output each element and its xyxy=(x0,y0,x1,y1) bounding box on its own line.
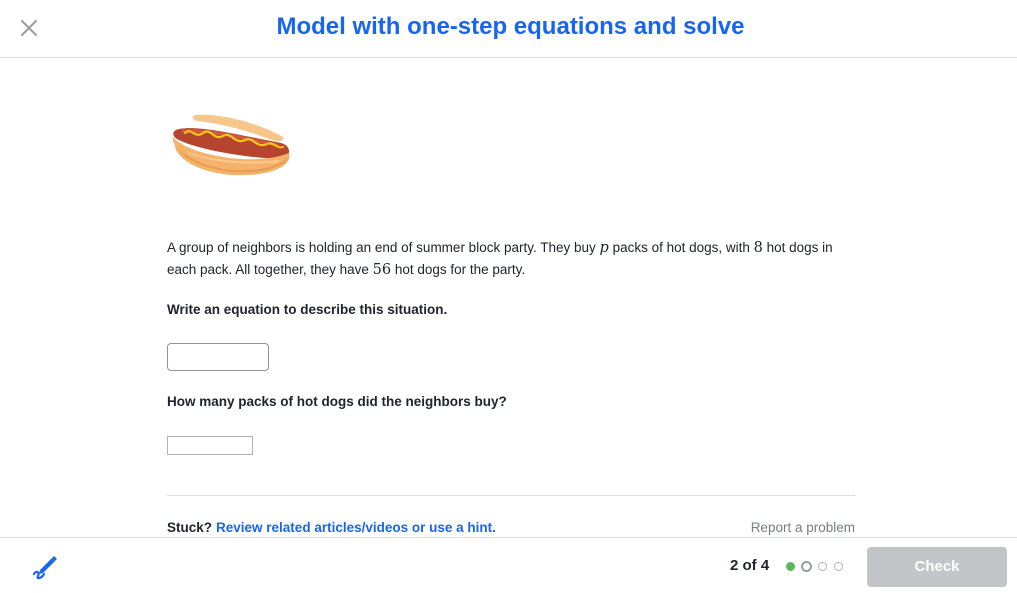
problem-statement: A group of neighbors is holding an end o… xyxy=(167,240,833,278)
stuck-label: Stuck? xyxy=(167,520,213,535)
progress-dot-4 xyxy=(834,562,843,571)
header: Model with one-step equations and solve xyxy=(0,0,1017,58)
check-button[interactable]: Check xyxy=(867,547,1007,587)
question-packs: How many packs of hot dogs did the neigh… xyxy=(167,394,507,409)
help-row: Stuck? Review related articles/videos or … xyxy=(167,520,496,535)
scratchpad-pencil-icon[interactable] xyxy=(30,552,60,582)
number-8: 8 xyxy=(753,240,763,256)
question-equation: Write an equation to describe this situa… xyxy=(167,302,448,317)
progress-counter: 2 of 4 xyxy=(730,557,770,574)
progress-dot-1 xyxy=(786,562,795,571)
divider xyxy=(167,495,855,496)
page-title: Model with one-step equations and solve xyxy=(276,13,745,40)
progress-dot-3 xyxy=(818,562,827,571)
packs-answer-input[interactable] xyxy=(167,436,253,455)
number-56: 56 xyxy=(372,262,392,278)
equation-input[interactable] xyxy=(167,343,269,371)
variable-p: p xyxy=(599,240,609,256)
hot-dog-illustration xyxy=(172,114,290,176)
progress-dot-2 xyxy=(801,561,812,572)
footer: 2 of 4 Check xyxy=(0,537,1017,593)
hint-link[interactable]: Review related articles/videos or use a … xyxy=(216,520,496,535)
report-problem-link[interactable]: Report a problem xyxy=(751,520,855,535)
